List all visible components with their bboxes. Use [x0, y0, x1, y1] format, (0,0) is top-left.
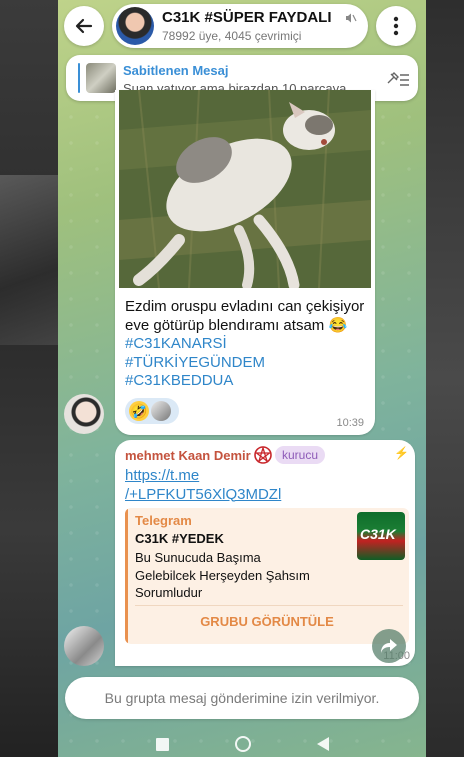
pentagram-icon: [254, 446, 272, 464]
preview-thumb-text: C31K: [360, 526, 396, 542]
view-group-button[interactable]: GRUBU GÖRÜNTÜLE: [125, 614, 409, 629]
link-preview[interactable]: Telegram C31K #YEDEK Bu Sunucuda Başıma …: [125, 508, 409, 644]
forward-button[interactable]: [372, 629, 406, 663]
pinned-indicator: [78, 63, 80, 93]
pin-list-icon[interactable]: [386, 70, 410, 88]
laughing-emoji: 😂: [328, 316, 348, 334]
sender-name[interactable]: mehmet Kaan Demir: [125, 448, 251, 463]
bolt-icon: ⚡: [394, 446, 409, 460]
preview-site-name: Telegram: [135, 513, 192, 528]
chat-screen: C31K #SÜPER FAYDALI 78992 üye, 4045 çevr…: [58, 0, 426, 757]
message-photo[interactable]: [119, 90, 371, 288]
muted-speaker-icon: [346, 13, 357, 23]
group-avatar[interactable]: [116, 7, 154, 45]
message-bubble[interactable]: mehmet Kaan Demir kurucu ⚡ https://t.me …: [115, 440, 415, 666]
preview-divider: [135, 605, 403, 606]
more-options-button[interactable]: [376, 6, 416, 46]
reaction-emoji[interactable]: 🤣: [129, 401, 149, 421]
message-text: Ezdim oruspu evladını can çekişiyor eve …: [125, 298, 369, 391]
system-nav-bar: [58, 731, 426, 757]
preview-thumbnail: C31K: [357, 512, 405, 560]
share-arrow-icon: [381, 639, 397, 653]
reactor-avatar: [151, 401, 171, 421]
group-title: C31K #SÜPER FAYDALI: [162, 9, 332, 26]
background-blur-image: [0, 175, 58, 345]
preview-title: C31K #YEDEK: [135, 531, 224, 546]
background-right-panel: [426, 0, 464, 757]
link-line[interactable]: https://t.me: [125, 467, 199, 484]
sender-avatar[interactable]: [64, 394, 104, 434]
message-bubble[interactable]: Ezdim oruspu evladını can çekişiyor eve …: [115, 90, 375, 435]
hashtag-link[interactable]: #TÜRKİYEGÜNDEM: [125, 354, 265, 371]
hashtag-link[interactable]: #C31KBEDDUA: [125, 372, 233, 389]
vertical-dots-icon: [393, 16, 399, 36]
invite-link[interactable]: https://t.me /+LPFKUT56XlQ3MDZl: [125, 467, 281, 504]
role-badge: kurucu: [275, 446, 326, 464]
preview-description: Bu Sunucuda Başıma Gelebilcek Herşeyden …: [135, 550, 310, 600]
home-icon[interactable]: [234, 736, 251, 752]
chat-header[interactable]: C31K #SÜPER FAYDALI 78992 üye, 4045 çevr…: [112, 4, 368, 48]
back-button[interactable]: [64, 6, 104, 46]
recents-icon[interactable]: [155, 737, 169, 751]
back-triangle-icon[interactable]: [316, 737, 329, 751]
restricted-message-bar: Bu grupta mesaj gönderimine izin verilmi…: [65, 677, 419, 719]
message-time: 10:39: [336, 417, 364, 429]
link-line[interactable]: /+LPFKUT56XlQ3MDZl: [125, 486, 281, 503]
arrow-left-icon: [75, 18, 93, 34]
reactions-bar[interactable]: 🤣: [125, 398, 179, 424]
background-left-panel: [0, 0, 58, 757]
hashtag-link[interactable]: #C31KANARSİ: [125, 335, 227, 352]
pinned-thumbnail: [86, 63, 116, 93]
member-count: 78992 üye, 4045 çevrimiçi: [162, 29, 302, 43]
sender-avatar[interactable]: [64, 626, 104, 666]
pinned-label: Sabitlenen Mesaj: [123, 63, 229, 78]
